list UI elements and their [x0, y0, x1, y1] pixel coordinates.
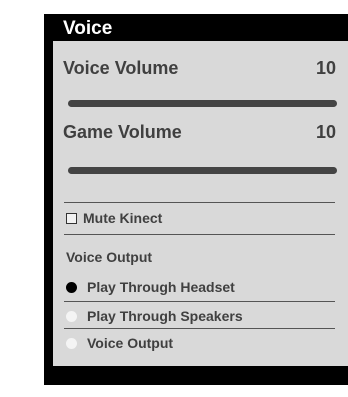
mute-kinect-checkbox-row[interactable]: Mute Kinect [66, 208, 162, 228]
mute-kinect-label: Mute Kinect [83, 210, 163, 226]
divider [64, 234, 335, 235]
game-volume-row: Game Volume 10 [63, 122, 336, 144]
divider [64, 202, 335, 203]
divider [64, 301, 335, 302]
game-volume-value: 10 [315, 122, 336, 142]
voice-volume-value: 10 [315, 58, 336, 78]
radio-option-label: Voice Output [87, 335, 174, 351]
voice-output-heading: Voice Output [66, 249, 153, 265]
voice-settings-panel: Voice Voice Volume 10 Game Volume 10 Mut… [44, 14, 348, 385]
radio-option-headset[interactable]: Play Through Headset [66, 277, 235, 297]
game-volume-slider[interactable] [68, 167, 337, 174]
radio-button[interactable] [66, 337, 77, 349]
voice-volume-slider[interactable] [68, 100, 337, 107]
voice-volume-label: Voice Volume [63, 58, 179, 78]
panel-title: Voice [63, 18, 113, 39]
divider [64, 328, 335, 329]
radio-option-speakers[interactable]: Play Through Speakers [66, 306, 243, 326]
settings-content: Voice Volume 10 Game Volume 10 Mute Kine… [53, 41, 348, 366]
radio-button[interactable] [66, 281, 77, 293]
radio-option-label: Play Through Headset [87, 279, 235, 295]
radio-option-label: Play Through Speakers [87, 308, 243, 324]
radio-button[interactable] [66, 310, 77, 322]
radio-option-voice-output[interactable]: Voice Output [66, 333, 173, 353]
voice-volume-slider-fill [68, 100, 337, 107]
game-volume-label: Game Volume [63, 122, 182, 142]
mute-kinect-checkbox[interactable] [66, 212, 77, 224]
game-volume-slider-fill [68, 167, 337, 174]
voice-volume-row: Voice Volume 10 [63, 58, 336, 80]
